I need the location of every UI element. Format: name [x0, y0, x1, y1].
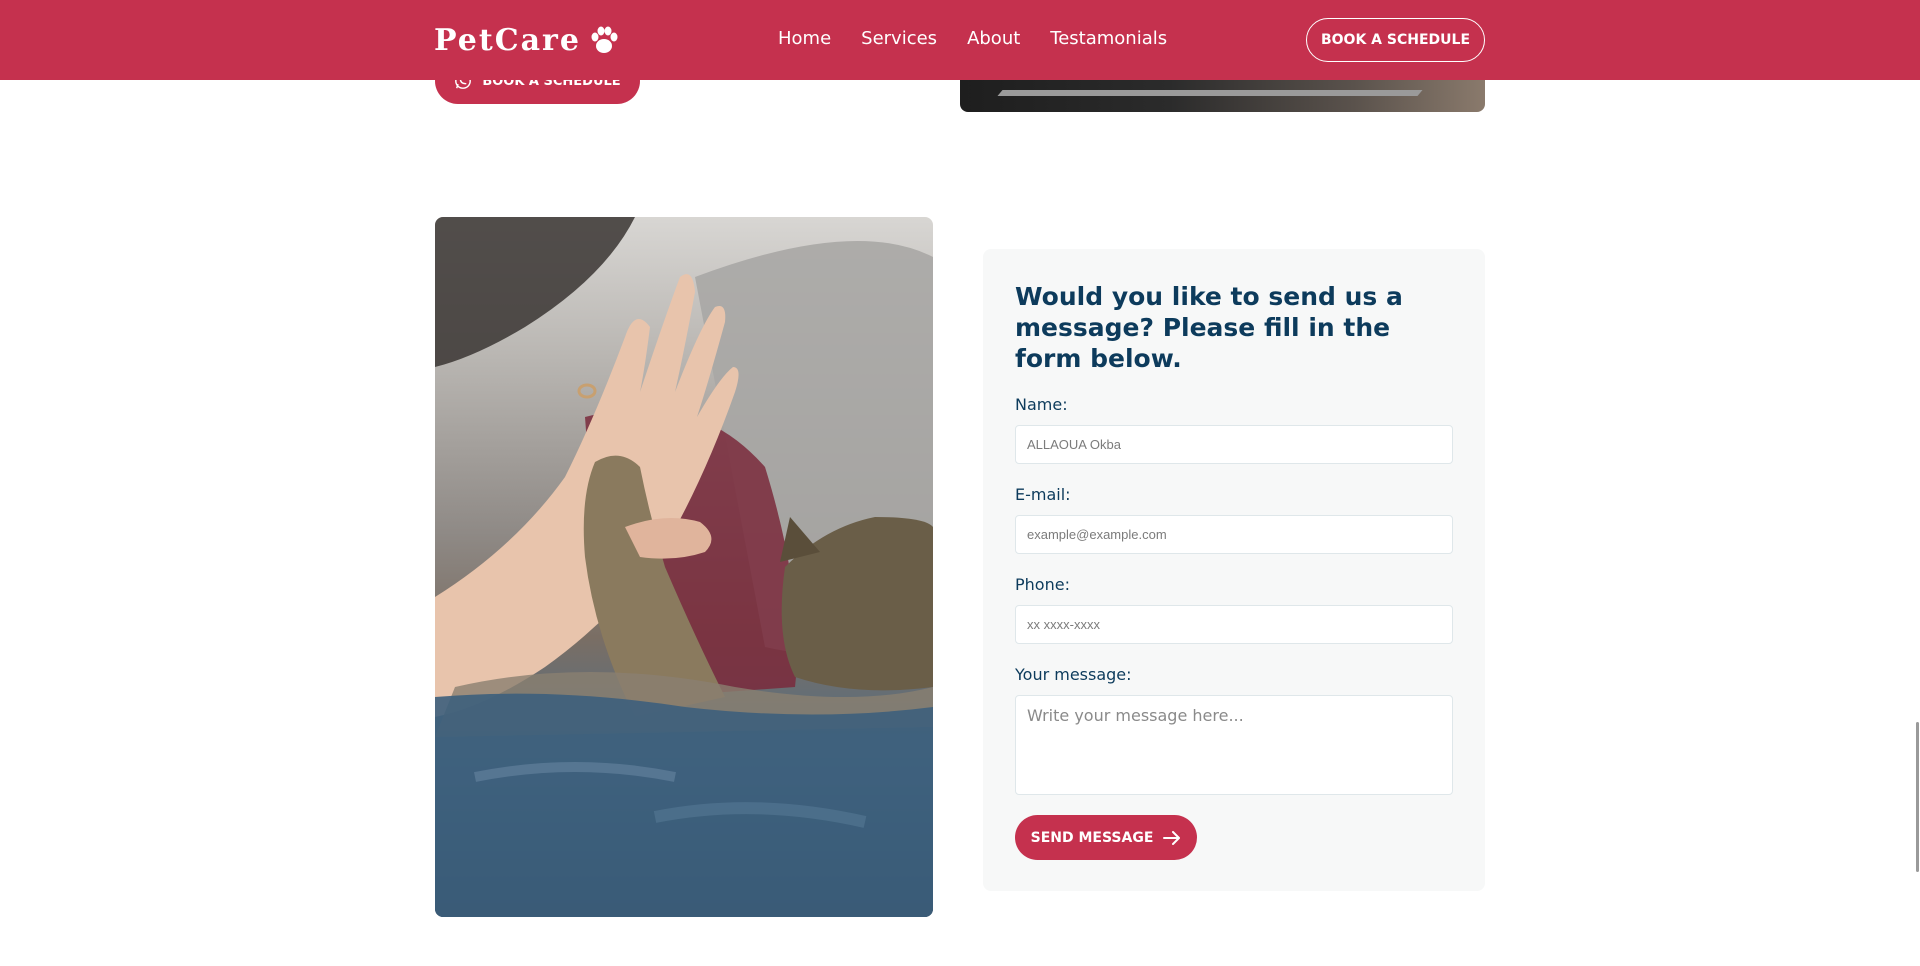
- nav-about[interactable]: About: [967, 28, 1020, 49]
- send-message-label: SEND MESSAGE: [1030, 829, 1154, 846]
- phone-label: Phone:: [1015, 575, 1070, 594]
- page-scrollbar[interactable]: [1916, 722, 1919, 872]
- name-input[interactable]: [1015, 425, 1453, 464]
- form-title: Would you like to send us a message? Ple…: [1015, 282, 1403, 373]
- nav-home[interactable]: Home: [778, 28, 831, 49]
- email-input[interactable]: [1015, 515, 1453, 554]
- send-message-button[interactable]: SEND MESSAGE: [1015, 815, 1197, 860]
- main-nav: Home Services About Testamonials: [778, 28, 1167, 49]
- photo-illustration: [435, 217, 933, 917]
- book-schedule-button[interactable]: BOOK A SCHEDULE: [1306, 18, 1485, 62]
- site-header: PetCare Home Services About Testamonials…: [0, 0, 1920, 80]
- message-label: Your message:: [1015, 665, 1132, 684]
- message-textarea[interactable]: [1015, 695, 1453, 795]
- hero-image-detail: [997, 90, 1423, 96]
- paw-icon: [591, 26, 618, 53]
- name-label: Name:: [1015, 395, 1068, 414]
- logo[interactable]: PetCare: [434, 20, 621, 60]
- nav-testamonials[interactable]: Testamonials: [1050, 28, 1167, 49]
- logo-text: PetCare: [434, 22, 581, 58]
- email-label: E-mail:: [1015, 485, 1071, 504]
- arrow-right-icon: [1163, 830, 1181, 845]
- nav-services[interactable]: Services: [861, 28, 937, 49]
- contact-form-card: Would you like to send us a message? Ple…: [983, 249, 1485, 891]
- cat-high-five-photo: [435, 217, 933, 917]
- phone-input[interactable]: [1015, 605, 1453, 644]
